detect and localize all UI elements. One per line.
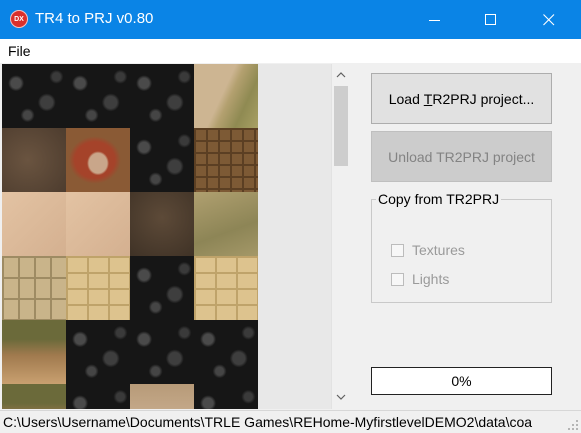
texture-tile[interactable]	[66, 192, 130, 256]
texture-tile[interactable]	[66, 320, 130, 384]
close-button[interactable]	[520, 0, 578, 39]
texture-tile[interactable]	[130, 384, 194, 409]
maximize-icon	[485, 13, 496, 25]
textures-option[interactable]: Textures	[391, 242, 465, 258]
load-label-prefix: Load	[388, 90, 424, 107]
load-label-suffix: R2PRJ project...	[432, 90, 535, 107]
menu-file[interactable]: File	[8, 43, 31, 59]
chevron-down-icon	[336, 394, 346, 400]
status-bar: C:\Users\Username\Documents\TRLE Games\R…	[0, 410, 581, 433]
resize-grip-icon[interactable]	[567, 419, 579, 431]
texture-tile[interactable]	[130, 256, 194, 320]
texture-tile[interactable]	[2, 128, 66, 192]
texture-scrollbar[interactable]	[331, 64, 350, 409]
texture-tile[interactable]	[130, 320, 194, 384]
texture-tile[interactable]	[2, 320, 66, 384]
texture-tile[interactable]	[194, 384, 258, 409]
scroll-thumb[interactable]	[334, 86, 348, 166]
textures-label: Textures	[412, 242, 465, 258]
texture-tile[interactable]	[66, 256, 130, 320]
menu-bar: File	[0, 39, 581, 63]
texture-tile[interactable]	[194, 64, 258, 128]
scroll-up-button[interactable]	[332, 66, 350, 84]
texture-tile[interactable]	[194, 256, 258, 320]
texture-tile[interactable]	[2, 64, 66, 128]
progress-label: 0%	[451, 373, 472, 389]
maximize-button[interactable]	[462, 0, 520, 39]
unload-label: Unload TR2PRJ project	[388, 148, 535, 165]
title-bar: DX TR4 to PRJ v0.80	[0, 0, 581, 39]
unload-project-button[interactable]: Unload TR2PRJ project	[371, 131, 552, 182]
texture-tile[interactable]	[130, 64, 194, 128]
texture-tile[interactable]	[66, 128, 130, 192]
texture-tile[interactable]	[194, 320, 258, 384]
scroll-down-button[interactable]	[332, 388, 350, 406]
lights-option[interactable]: Lights	[391, 271, 449, 287]
window-title: TR4 to PRJ v0.80	[35, 10, 154, 27]
texture-tile[interactable]	[2, 384, 66, 409]
progress-bar: 0%	[371, 367, 552, 395]
load-label-mnemonic: T	[423, 90, 433, 107]
status-path: C:\Users\Username\Documents\TRLE Games\R…	[3, 414, 533, 430]
texture-tile[interactable]	[66, 384, 130, 409]
chevron-up-icon	[336, 72, 346, 78]
texture-tile[interactable]	[2, 256, 66, 320]
lights-checkbox[interactable]	[391, 272, 404, 286]
texture-tile[interactable]	[194, 192, 258, 256]
app-icon[interactable]: DX	[10, 10, 28, 28]
texture-tile[interactable]	[2, 192, 66, 256]
lights-label: Lights	[412, 271, 450, 287]
textures-checkbox[interactable]	[391, 243, 404, 257]
texture-tile[interactable]	[194, 128, 258, 192]
minimize-icon	[429, 19, 440, 21]
texture-tile[interactable]	[130, 192, 194, 256]
texture-grid	[2, 64, 258, 409]
minimize-button[interactable]	[406, 0, 464, 39]
texture-panel[interactable]	[2, 64, 331, 409]
close-icon	[543, 13, 555, 25]
texture-tile[interactable]	[66, 64, 130, 128]
load-project-button[interactable]: Load T R2PRJ project...	[371, 73, 552, 124]
texture-tile[interactable]	[130, 128, 194, 192]
copy-group-title: Copy from TR2PRJ	[376, 191, 502, 207]
